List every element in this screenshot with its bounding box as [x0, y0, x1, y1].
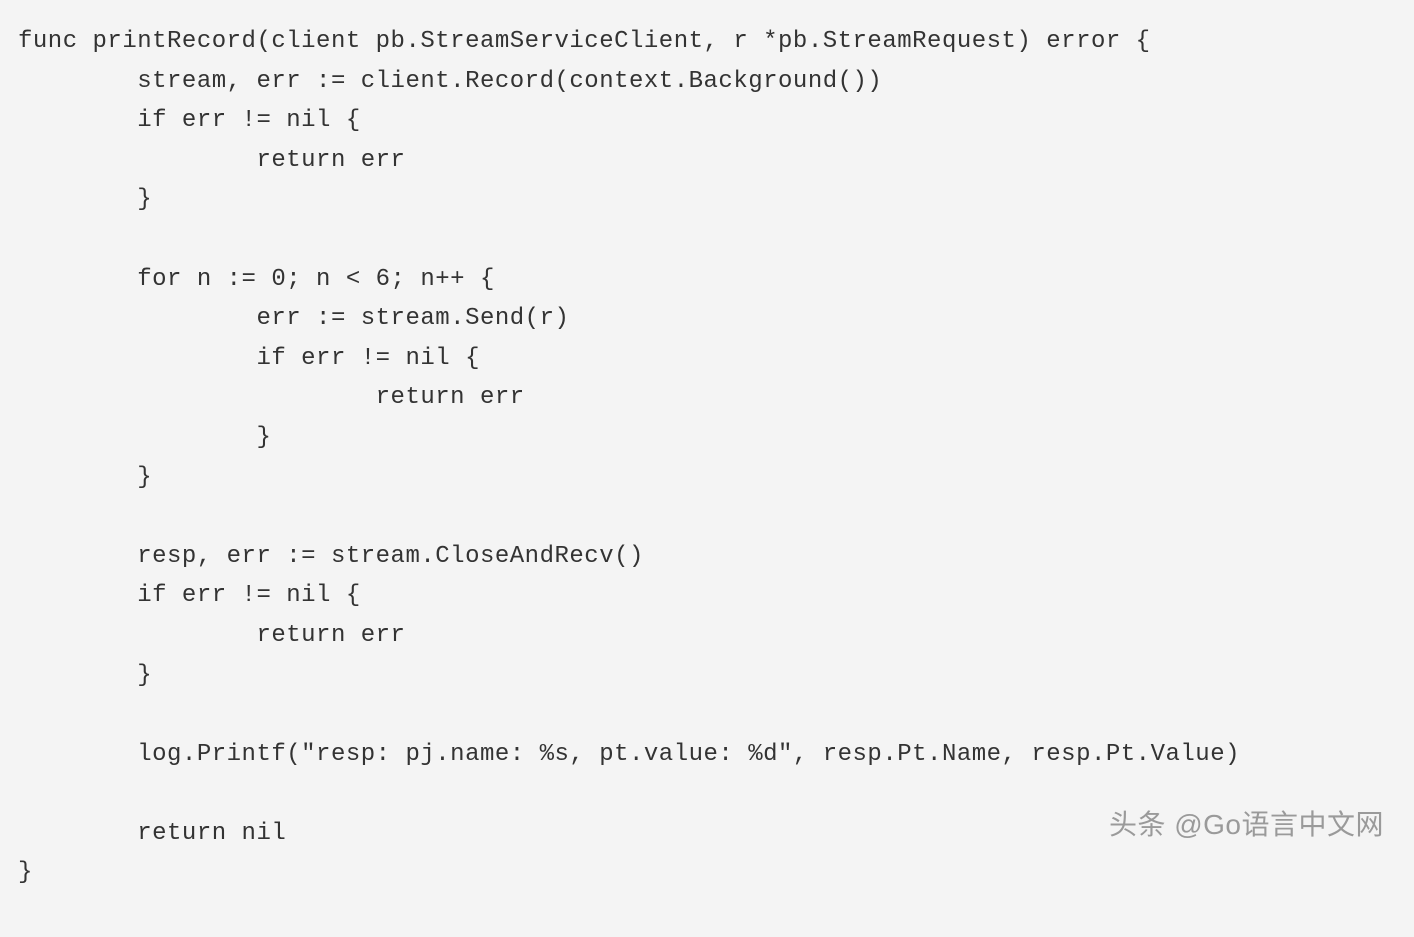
code-block: func printRecord(client pb.StreamService… [18, 22, 1396, 893]
watermark-text: 头条 @Go语言中文网 [1109, 802, 1384, 848]
code-content: func printRecord(client pb.StreamService… [18, 28, 1240, 886]
